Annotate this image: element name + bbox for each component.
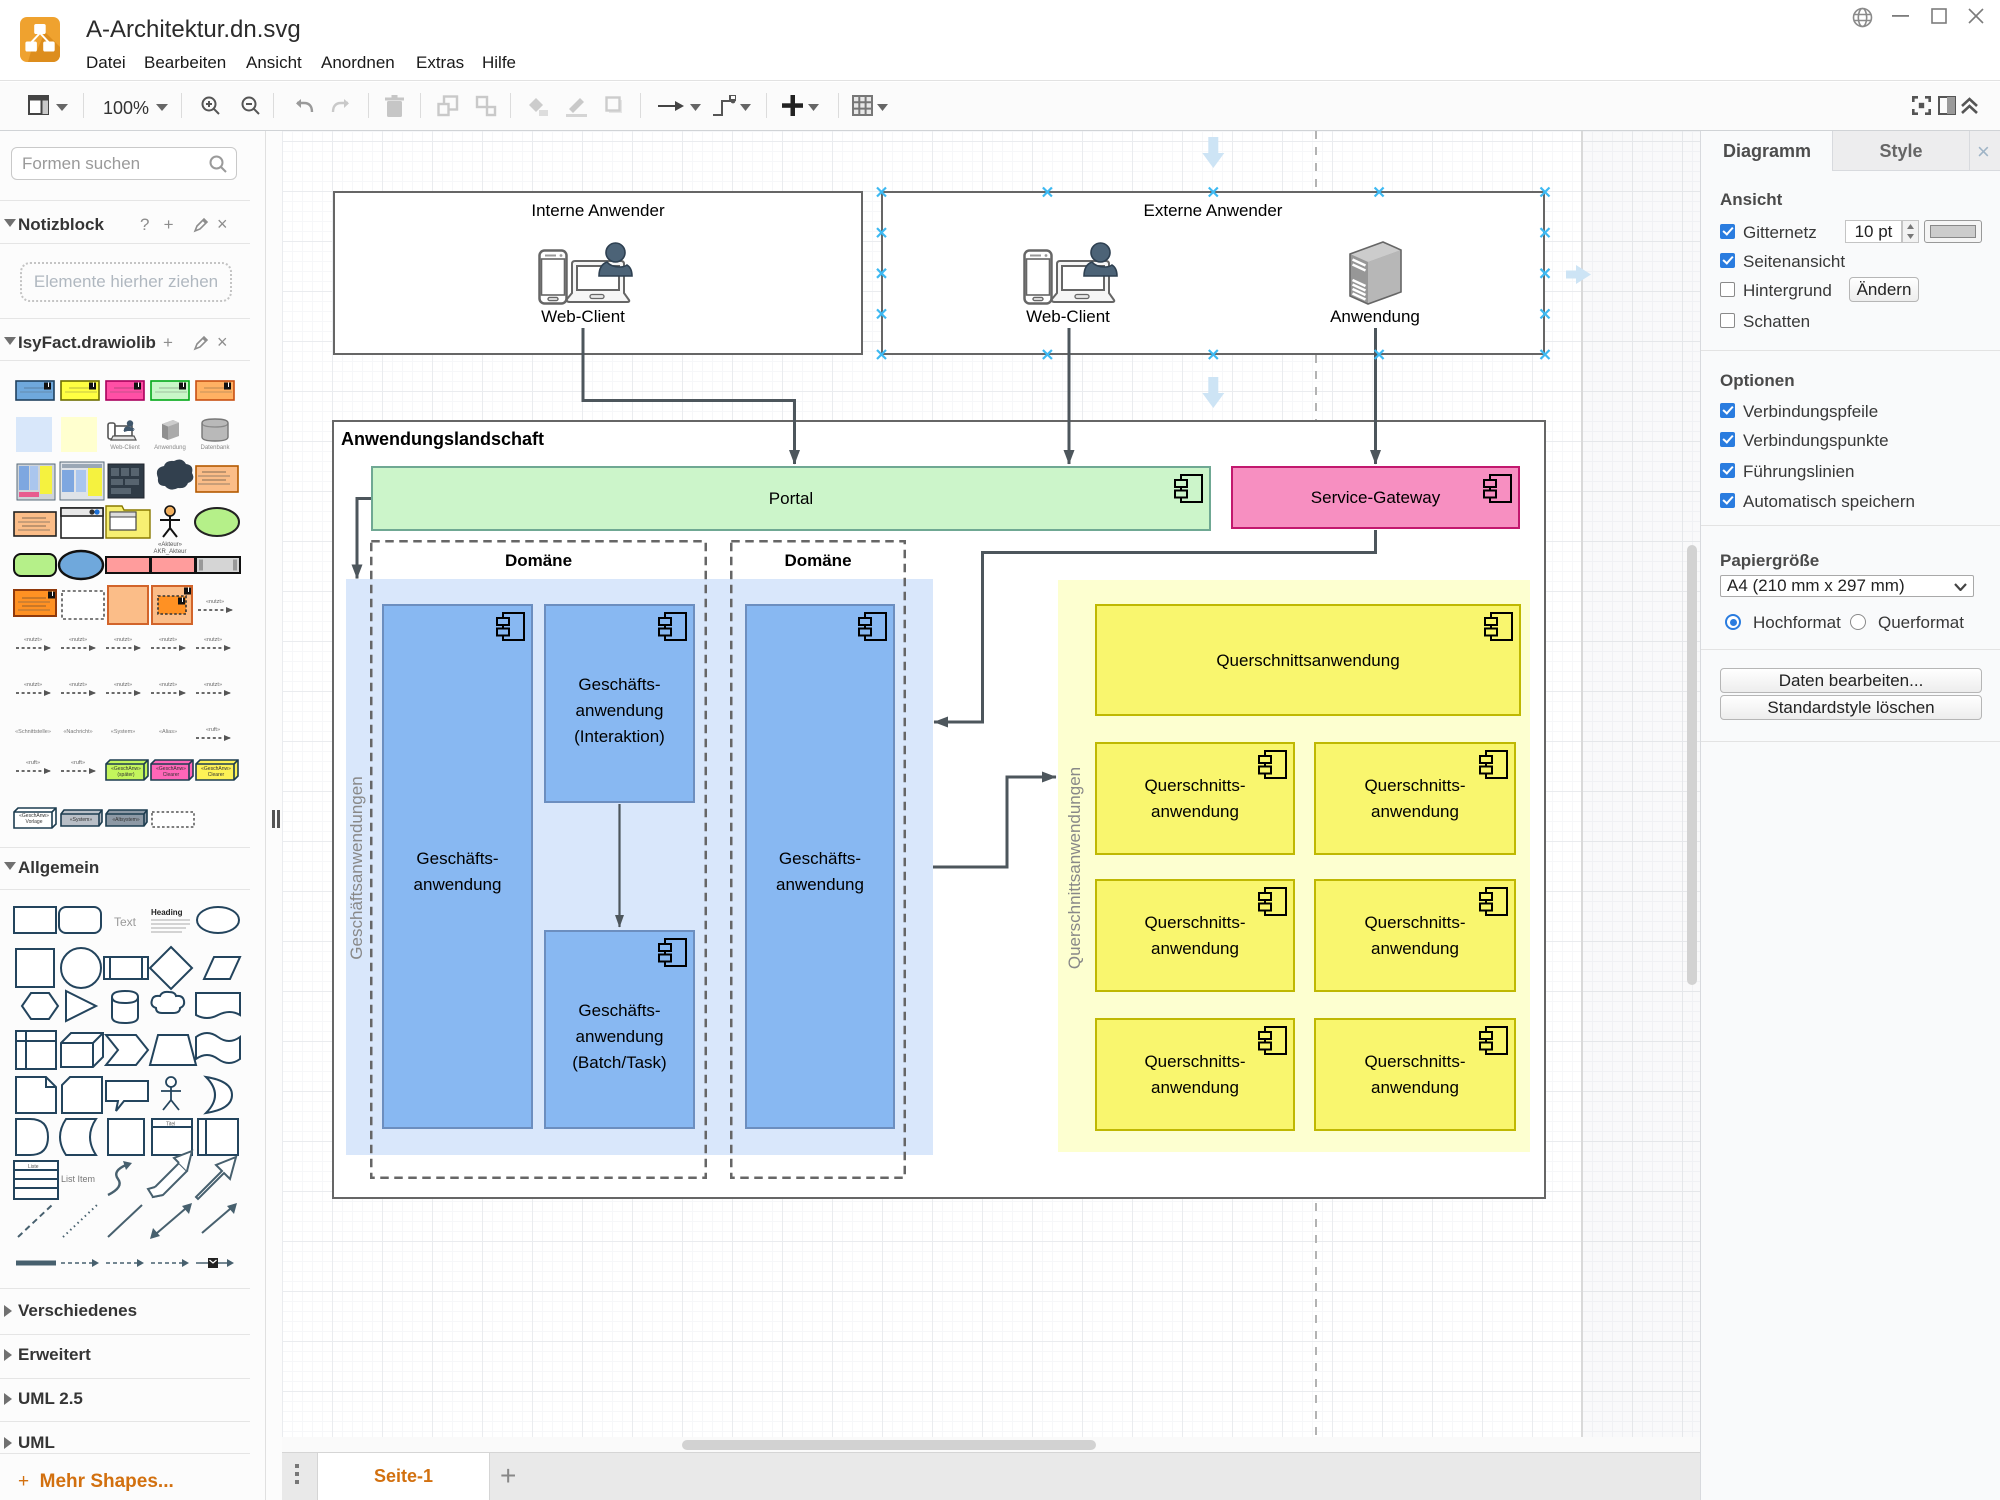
svg-text:«ruft»: «ruft» (71, 760, 85, 766)
svg-text:«ruft»: «ruft» (26, 760, 40, 766)
svg-text:«nutzt»: «nutzt» (69, 682, 87, 688)
svg-text:List Item: List Item (61, 1174, 95, 1184)
svg-text:Titel: Titel (166, 1122, 175, 1128)
svg-text:Clearer: Clearer (208, 772, 225, 778)
svg-text:«Nachricht»: «Nachricht» (63, 729, 92, 735)
svg-text:«nutzt»: «nutzt» (206, 599, 224, 605)
svg-text:Heading: Heading (151, 908, 183, 917)
svg-text:Vorlage: Vorlage (26, 819, 43, 825)
svg-text:(später): (später) (117, 772, 135, 778)
svg-text:«nutzt»: «nutzt» (204, 637, 222, 643)
svg-text:«Alias»: «Alias» (159, 729, 177, 735)
svg-text:Datenbank: Datenbank (200, 445, 230, 451)
svg-text:Clearer: Clearer (163, 772, 180, 778)
svg-text:«nutzt»: «nutzt» (114, 637, 132, 643)
svg-text:«ruft»: «ruft» (206, 727, 220, 733)
svg-text:«nutzt»: «nutzt» (159, 637, 177, 643)
svg-text:«nutzt»: «nutzt» (24, 637, 42, 643)
svg-text:«nutzt»: «nutzt» (159, 682, 177, 688)
svg-text:«nutzt»: «nutzt» (204, 682, 222, 688)
svg-text:Web-Client: Web-Client (110, 445, 140, 451)
svg-text:«Akteur»: «Akteur» (158, 542, 183, 548)
svg-text:«System»: «System» (111, 729, 135, 735)
svg-text:«nutzt»: «nutzt» (24, 682, 42, 688)
svg-text:Anwendung: Anwendung (154, 445, 186, 451)
svg-text:«nutzt»: «nutzt» (69, 637, 87, 643)
svg-text:«Schnittstelle»: «Schnittstelle» (15, 729, 51, 735)
svg-text:«System»: «System» (70, 817, 92, 823)
svg-text:«Altsystem»: «Altsystem» (112, 817, 139, 823)
svg-text:Liste: Liste (28, 1164, 39, 1170)
svg-text:«nutzt»: «nutzt» (114, 682, 132, 688)
svg-text:Text: Text (114, 915, 137, 929)
svg-text:AKR_Akteur: AKR_Akteur (153, 549, 186, 555)
